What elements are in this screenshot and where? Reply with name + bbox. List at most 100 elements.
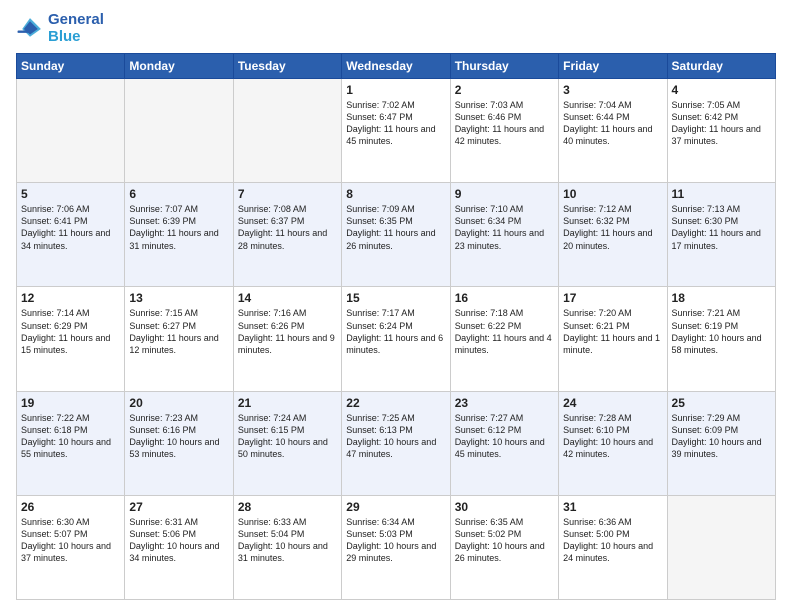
day-number: 5: [21, 187, 120, 201]
col-header-tuesday: Tuesday: [233, 54, 341, 79]
day-number: 7: [238, 187, 337, 201]
day-cell: 12Sunrise: 7:14 AM Sunset: 6:29 PM Dayli…: [17, 287, 125, 391]
day-cell: 21 Sunrise: 7:24 AM Sunset: 6:15 PM Dayli…: [233, 391, 341, 495]
page: General Blue SundayMondayTuesdayWednesda…: [0, 0, 792, 612]
day-cell: 4Sunrise: 7:05 AM Sunset: 6:42 PM Daylig…: [667, 79, 775, 183]
day-info: Sunrise: 7:02 AM Sunset: 6:47 PM Dayligh…: [346, 99, 445, 148]
calendar-header-row: SundayMondayTuesdayWednesdayThursdayFrid…: [17, 54, 776, 79]
day-cell: 13Sunrise: 7:15 AM Sunset: 6:27 PM Dayli…: [125, 287, 233, 391]
logo: General Blue: [16, 12, 104, 45]
day-cell: 18 Sunrise: 7:21 AM Sunset: 6:19 PM Dayli…: [667, 287, 775, 391]
day-number: 4: [672, 83, 771, 97]
day-info: Sunrise: 6:35 AM Sunset: 5:02 PM Dayligh…: [455, 516, 554, 565]
day-info: Sunrise: 7:17 AM Sunset: 6:24 PM Dayligh…: [346, 307, 445, 356]
day-number: 31: [563, 500, 662, 514]
day-cell: 17 Sunrise: 7:20 AM Sunset: 6:21 PM Dayli…: [559, 287, 667, 391]
day-number: 3: [563, 83, 662, 97]
day-cell: 7 Sunrise: 7:08 AM Sunset: 6:37 PM Daylig…: [233, 183, 341, 287]
day-info: Sunrise: 7:25 AM Sunset: 6:13 PM Dayligh…: [346, 412, 445, 461]
day-info: Sunrise: 7:23 AM Sunset: 6:16 PM Dayligh…: [129, 412, 228, 461]
day-info: Sunrise: 7:27 AM Sunset: 6:12 PM Dayligh…: [455, 412, 554, 461]
day-info: Sunrise: 7:18 AM Sunset: 6:22 PM Dayligh…: [455, 307, 554, 356]
day-number: 20: [129, 396, 228, 410]
week-row-1: 1 Sunrise: 7:02 AM Sunset: 6:47 PM Daylig…: [17, 79, 776, 183]
col-header-sunday: Sunday: [17, 54, 125, 79]
day-cell: 1 Sunrise: 7:02 AM Sunset: 6:47 PM Daylig…: [342, 79, 450, 183]
day-cell: [125, 79, 233, 183]
week-row-2: 5 Sunrise: 7:06 AM Sunset: 6:41 PM Daylig…: [17, 183, 776, 287]
day-info: Sunrise: 7:22 AM Sunset: 6:18 PM Dayligh…: [21, 412, 120, 461]
day-number: 18: [672, 291, 771, 305]
day-cell: 19 Sunrise: 7:22 AM Sunset: 6:18 PM Dayli…: [17, 391, 125, 495]
day-number: 29: [346, 500, 445, 514]
day-info: Sunrise: 6:33 AM Sunset: 5:04 PM Dayligh…: [238, 516, 337, 565]
day-number: 17: [563, 291, 662, 305]
day-cell: 3Sunrise: 7:04 AM Sunset: 6:44 PM Daylig…: [559, 79, 667, 183]
day-number: 9: [455, 187, 554, 201]
day-info: Sunrise: 7:24 AM Sunset: 6:15 PM Dayligh…: [238, 412, 337, 461]
day-info: Sunrise: 7:16 AM Sunset: 6:26 PM Dayligh…: [238, 307, 337, 356]
day-info: Sunrise: 7:29 AM Sunset: 6:09 PM Dayligh…: [672, 412, 771, 461]
day-number: 10: [563, 187, 662, 201]
day-info: Sunrise: 7:21 AM Sunset: 6:19 PM Dayligh…: [672, 307, 771, 356]
day-cell: [17, 79, 125, 183]
day-info: Sunrise: 7:07 AM Sunset: 6:39 PM Dayligh…: [129, 203, 228, 252]
logo-icon: [16, 15, 44, 43]
day-info: Sunrise: 6:36 AM Sunset: 5:00 PM Dayligh…: [563, 516, 662, 565]
day-cell: 30 Sunrise: 6:35 AM Sunset: 5:02 PM Dayli…: [450, 495, 558, 599]
day-cell: 11 Sunrise: 7:13 AM Sunset: 6:30 PM Dayli…: [667, 183, 775, 287]
day-cell: 9 Sunrise: 7:10 AM Sunset: 6:34 PM Daylig…: [450, 183, 558, 287]
day-cell: 15Sunrise: 7:17 AM Sunset: 6:24 PM Dayli…: [342, 287, 450, 391]
day-cell: 6 Sunrise: 7:07 AM Sunset: 6:39 PM Daylig…: [125, 183, 233, 287]
day-cell: 23 Sunrise: 7:27 AM Sunset: 6:12 PM Dayli…: [450, 391, 558, 495]
day-cell: 10 Sunrise: 7:12 AM Sunset: 6:32 PM Dayli…: [559, 183, 667, 287]
day-info: Sunrise: 7:03 AM Sunset: 6:46 PM Dayligh…: [455, 99, 554, 148]
day-info: Sunrise: 7:12 AM Sunset: 6:32 PM Dayligh…: [563, 203, 662, 252]
day-number: 19: [21, 396, 120, 410]
day-number: 6: [129, 187, 228, 201]
calendar-table: SundayMondayTuesdayWednesdayThursdayFrid…: [16, 53, 776, 600]
day-number: 8: [346, 187, 445, 201]
week-row-4: 19 Sunrise: 7:22 AM Sunset: 6:18 PM Dayli…: [17, 391, 776, 495]
day-number: 30: [455, 500, 554, 514]
day-cell: 26 Sunrise: 6:30 AM Sunset: 5:07 PM Dayli…: [17, 495, 125, 599]
day-number: 21: [238, 396, 337, 410]
week-row-3: 12Sunrise: 7:14 AM Sunset: 6:29 PM Dayli…: [17, 287, 776, 391]
day-cell: 24Sunrise: 7:28 AM Sunset: 6:10 PM Dayli…: [559, 391, 667, 495]
day-info: Sunrise: 7:28 AM Sunset: 6:10 PM Dayligh…: [563, 412, 662, 461]
week-row-5: 26 Sunrise: 6:30 AM Sunset: 5:07 PM Dayli…: [17, 495, 776, 599]
day-number: 11: [672, 187, 771, 201]
day-number: 2: [455, 83, 554, 97]
logo-text: General Blue: [48, 12, 104, 45]
day-cell: 28Sunrise: 6:33 AM Sunset: 5:04 PM Dayli…: [233, 495, 341, 599]
day-cell: 25 Sunrise: 7:29 AM Sunset: 6:09 PM Dayli…: [667, 391, 775, 495]
day-cell: 16 Sunrise: 7:18 AM Sunset: 6:22 PM Dayli…: [450, 287, 558, 391]
day-info: Sunrise: 7:08 AM Sunset: 6:37 PM Dayligh…: [238, 203, 337, 252]
col-header-monday: Monday: [125, 54, 233, 79]
col-header-wednesday: Wednesday: [342, 54, 450, 79]
day-cell: 27Sunrise: 6:31 AM Sunset: 5:06 PM Dayli…: [125, 495, 233, 599]
day-cell: [233, 79, 341, 183]
day-cell: 29Sunrise: 6:34 AM Sunset: 5:03 PM Dayli…: [342, 495, 450, 599]
day-number: 1: [346, 83, 445, 97]
day-info: Sunrise: 7:06 AM Sunset: 6:41 PM Dayligh…: [21, 203, 120, 252]
day-cell: 14Sunrise: 7:16 AM Sunset: 6:26 PM Dayli…: [233, 287, 341, 391]
day-number: 26: [21, 500, 120, 514]
day-info: Sunrise: 7:20 AM Sunset: 6:21 PM Dayligh…: [563, 307, 662, 356]
day-number: 16: [455, 291, 554, 305]
day-info: Sunrise: 7:09 AM Sunset: 6:35 PM Dayligh…: [346, 203, 445, 252]
col-header-friday: Friday: [559, 54, 667, 79]
day-number: 13: [129, 291, 228, 305]
col-header-saturday: Saturday: [667, 54, 775, 79]
day-info: Sunrise: 7:10 AM Sunset: 6:34 PM Dayligh…: [455, 203, 554, 252]
day-number: 25: [672, 396, 771, 410]
day-info: Sunrise: 6:31 AM Sunset: 5:06 PM Dayligh…: [129, 516, 228, 565]
day-info: Sunrise: 7:14 AM Sunset: 6:29 PM Dayligh…: [21, 307, 120, 356]
day-number: 22: [346, 396, 445, 410]
day-info: Sunrise: 6:30 AM Sunset: 5:07 PM Dayligh…: [21, 516, 120, 565]
day-number: 23: [455, 396, 554, 410]
day-cell: 8 Sunrise: 7:09 AM Sunset: 6:35 PM Daylig…: [342, 183, 450, 287]
day-cell: 20 Sunrise: 7:23 AM Sunset: 6:16 PM Dayli…: [125, 391, 233, 495]
day-info: Sunrise: 7:13 AM Sunset: 6:30 PM Dayligh…: [672, 203, 771, 252]
header: General Blue: [16, 12, 776, 45]
